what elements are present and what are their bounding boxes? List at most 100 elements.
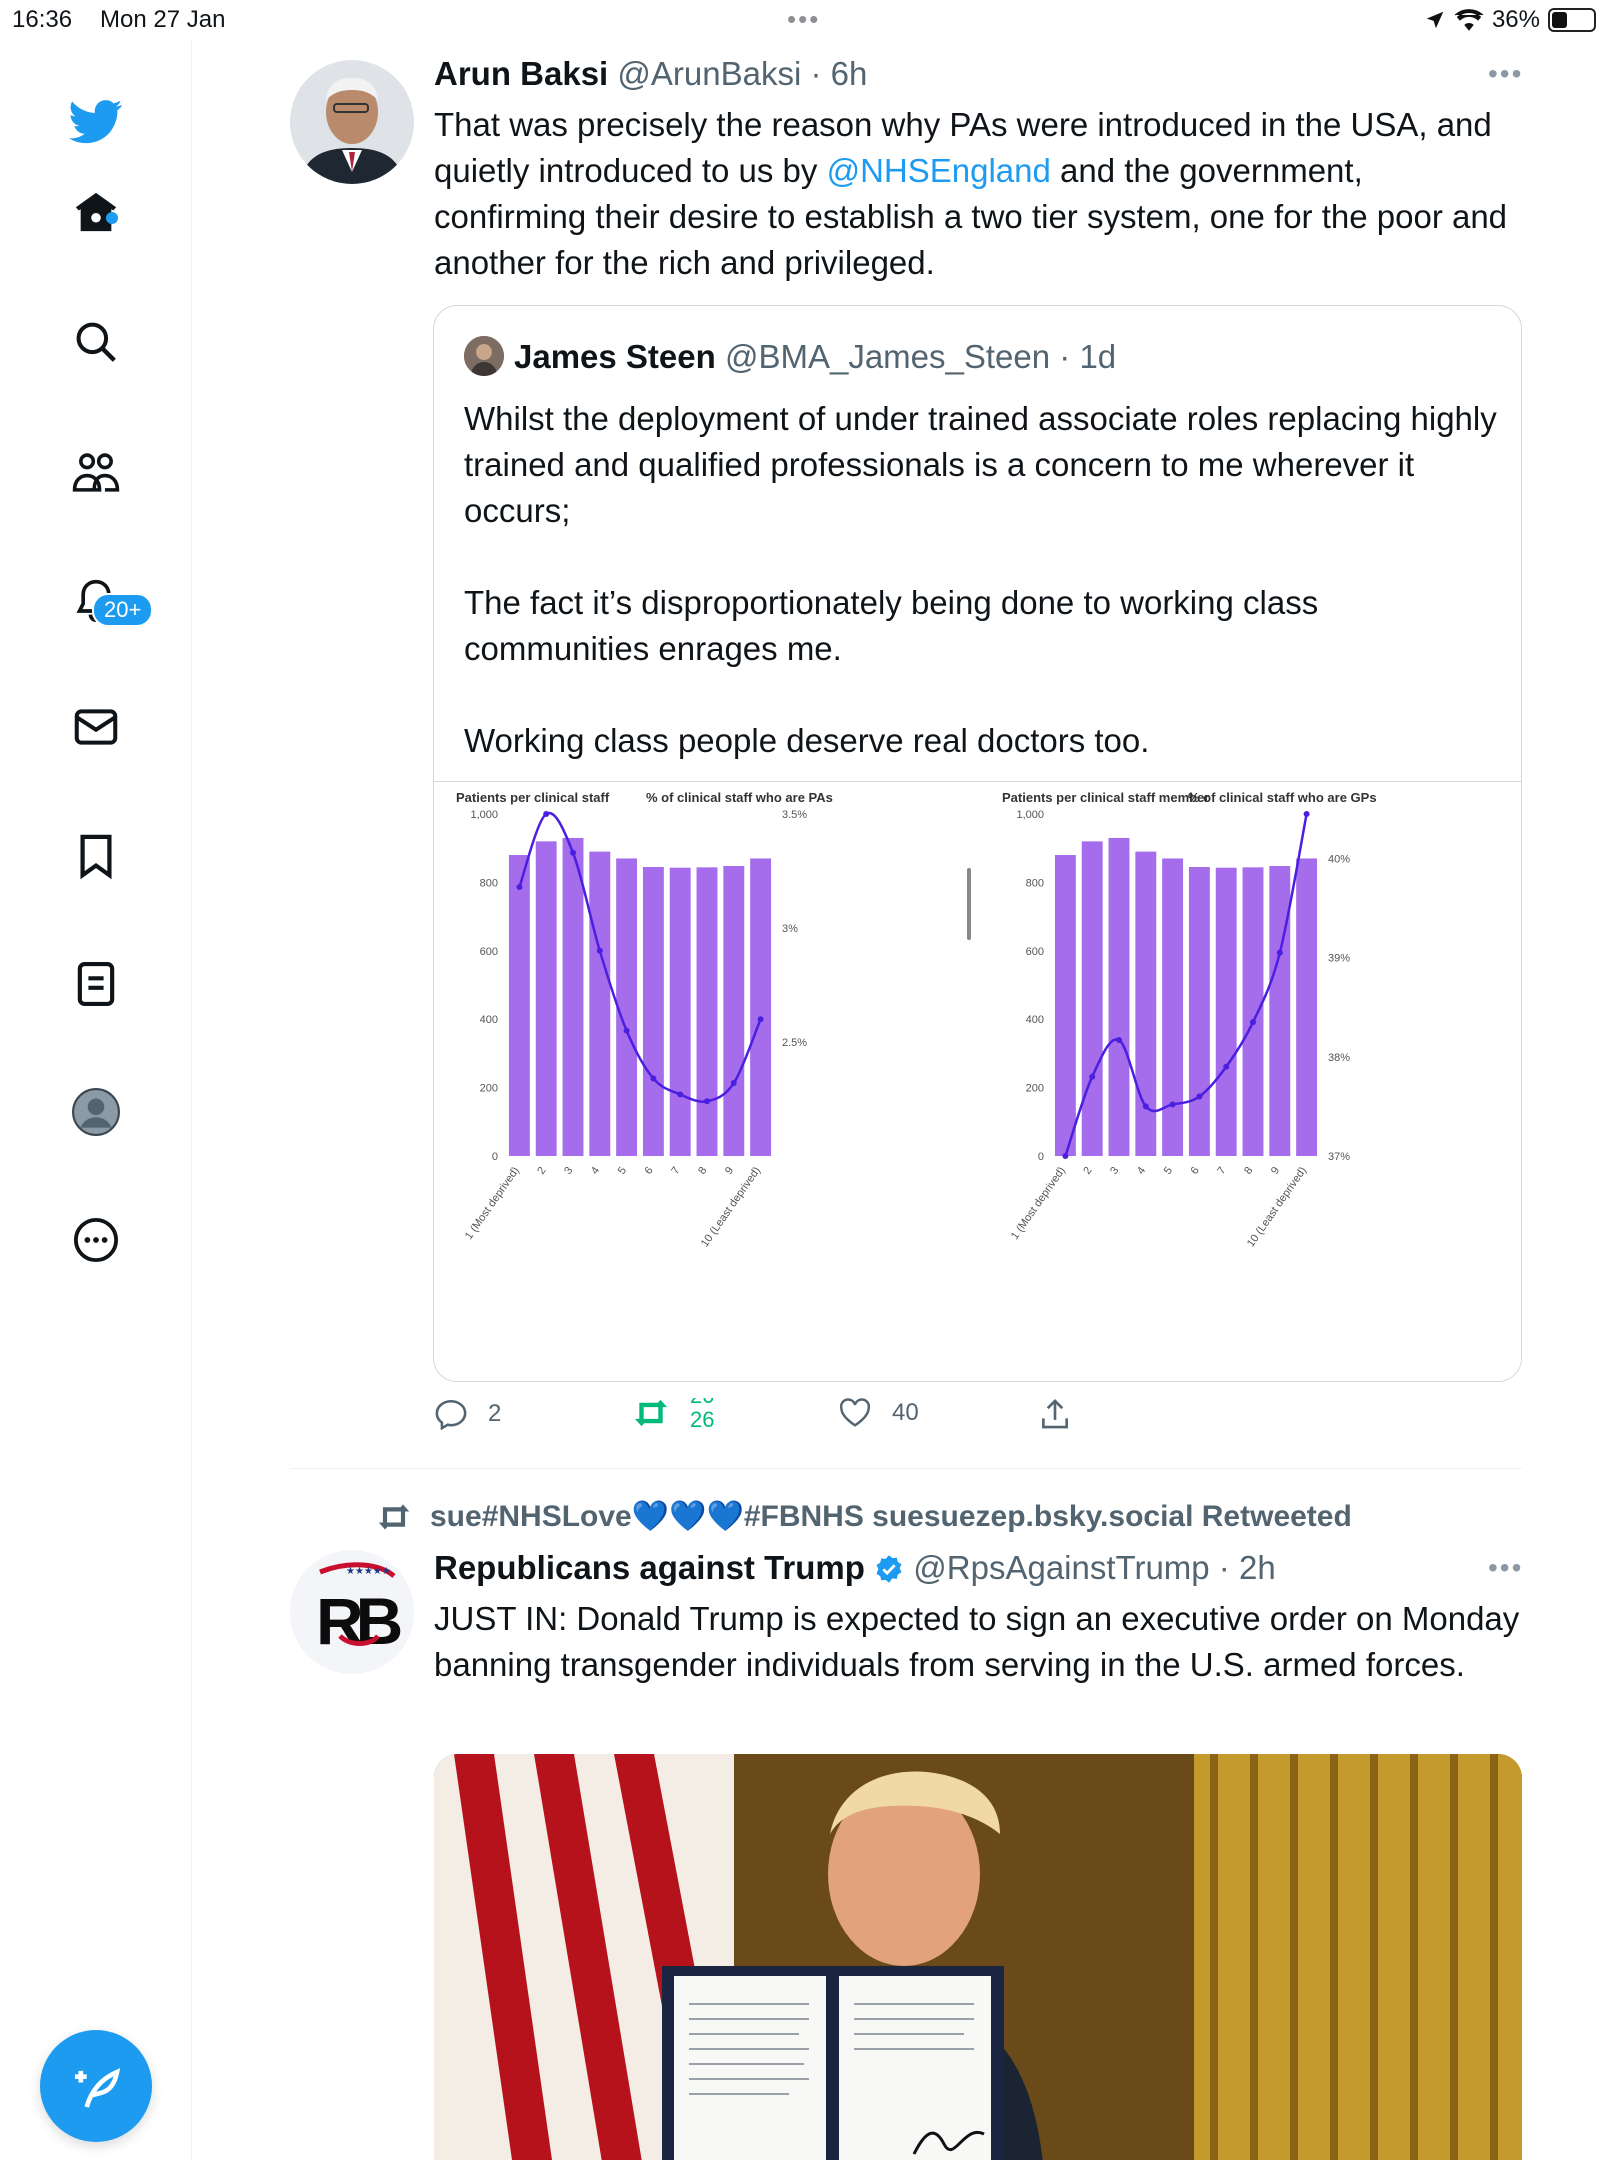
tweet1-text: That was precisely the reason why PAs we… [434, 102, 1514, 286]
chart-right[interactable]: Patients per clinical staff member% of c… [980, 784, 1521, 1381]
republicans-against-trump-avatar[interactable]: ★★★★★ RB [290, 1550, 414, 1674]
retweet-small-icon [378, 1504, 410, 1529]
tweet2-author-handle[interactable]: @RpsAgainstTrump [913, 1549, 1209, 1586]
retweet-count-roller: 20 26 [690, 1398, 714, 1428]
y-tick-label: 800 [1026, 877, 1044, 889]
tweet2-time[interactable]: 2h [1239, 1549, 1276, 1586]
status-right: 36% [1424, 6, 1596, 34]
y2-tick-label: 39% [1328, 953, 1350, 965]
retweet-icon [634, 1399, 668, 1427]
sidebar: 20+ [0, 40, 192, 2160]
tweet2-more-button[interactable]: ••• [1488, 1552, 1523, 1584]
nav-communities[interactable] [64, 440, 128, 504]
quote-time: 1d [1079, 338, 1117, 375]
reply-count: 2 [488, 1400, 502, 1427]
share-icon [1042, 1399, 1068, 1429]
tweet1-mention-link[interactable]: @NHSEngland [827, 152, 1051, 189]
tweet2-photo[interactable] [434, 1754, 1522, 2160]
tweet1-time[interactable]: 6h [831, 55, 868, 92]
status-time: 16:36 [12, 6, 73, 33]
chart-title-left: Patients per clinical staff [456, 790, 610, 805]
nav-messages[interactable] [64, 695, 128, 759]
nav-more[interactable] [64, 1208, 128, 1272]
nav-bookmarks[interactable] [64, 824, 128, 888]
compose-tweet-button[interactable] [40, 2030, 152, 2142]
like-button[interactable]: 40 [838, 1398, 919, 1428]
chart-bar [616, 858, 638, 1156]
quoted-tweet[interactable]: James Steen @BMA_James_Steen · 1d Whilst… [433, 305, 1522, 1382]
y-tick-label: 600 [480, 946, 498, 958]
chart-point [1142, 1103, 1149, 1110]
more-circle-icon [73, 1217, 119, 1263]
chart-bar [535, 841, 557, 1156]
retweeted-by-banner[interactable]: sue#NHSLove💙💙💙#FBNHS suesuezep.bsky.soci… [376, 1499, 1352, 1534]
chart-point [596, 947, 603, 954]
twitter-logo-icon[interactable] [64, 90, 128, 154]
chart-point [1303, 811, 1310, 817]
chart-point [1196, 1093, 1203, 1100]
tweet1-author-name[interactable]: Arun Baksi [434, 55, 608, 92]
multitasking-dots[interactable]: ••• [787, 4, 820, 35]
verified-badge-icon [876, 1555, 902, 1583]
y-tick-label: 200 [1026, 1083, 1044, 1095]
chart-bar [1215, 867, 1237, 1156]
y-tick-label: 400 [1026, 1014, 1044, 1026]
y2-tick-label: 2.5% [782, 1037, 807, 1049]
quote-author-handle: @BMA_James_Steen [724, 338, 1051, 375]
like-count: 40 [892, 1399, 919, 1426]
x-tick-label: 1 (Most deprived) [463, 1165, 522, 1242]
y-tick-label: 0 [492, 1151, 498, 1163]
reply-button[interactable]: 2 [434, 1398, 501, 1430]
media-pager-handle[interactable] [967, 868, 971, 940]
quote-header: James Steen @BMA_James_Steen · 1d [514, 338, 1117, 375]
nav-lists[interactable] [64, 952, 128, 1016]
chart-bar [1188, 867, 1210, 1156]
y2-tick-label: 3.5% [782, 809, 807, 821]
retweeter-name-part1: sue#NHSLove [430, 1500, 632, 1533]
nav-explore[interactable] [64, 310, 128, 374]
chart-point [1116, 1037, 1122, 1044]
chart-bar [1162, 858, 1184, 1156]
chart-left[interactable]: Patients per clinical staff % of clinical… [434, 784, 978, 1381]
nav-profile[interactable] [64, 1080, 128, 1144]
chart-point [1276, 949, 1283, 956]
retweet-button[interactable]: 20 26 [632, 1398, 714, 1428]
arun-baksi-avatar[interactable] [290, 60, 414, 184]
tweet2-text: JUST IN: Donald Trump is expected to sig… [434, 1600, 1520, 1683]
chart-bar [1242, 867, 1264, 1156]
x-tick-label: 3 [1108, 1165, 1121, 1177]
chart-bar [1081, 841, 1103, 1156]
tweet1-actions: 2 20 26 40 [434, 1398, 1524, 1448]
x-tick-label: 7 [669, 1165, 682, 1177]
x-tick-label: 9 [723, 1165, 736, 1177]
chart-title-right: % of clinical staff who are PAs [646, 790, 833, 805]
battery-icon [1548, 8, 1596, 32]
chart-bar [562, 837, 584, 1156]
x-tick-label: 9 [1269, 1165, 1282, 1177]
x-tick-label: 5 [1162, 1165, 1175, 1177]
chart-title-right: % of clinical staff who are GPs [1188, 790, 1377, 805]
nav-home[interactable] [64, 180, 128, 244]
tweet1-author-handle[interactable]: @ArunBaksi [617, 55, 801, 92]
tweet2-author-name[interactable]: Republicans against Trump [434, 1549, 865, 1586]
executive-order-document [662, 1966, 1004, 2160]
quote-media-divider [434, 781, 1521, 782]
status-date: Mon 27 Jan [100, 6, 226, 33]
chart-point [1089, 1073, 1096, 1080]
location-icon [1426, 11, 1444, 29]
status-bar: 16:36 Mon 27 Jan ••• 36% [0, 0, 1620, 40]
chart-bar [1108, 837, 1130, 1156]
share-button[interactable] [1040, 1398, 1070, 1430]
x-tick-label: 5 [616, 1165, 629, 1177]
x-tick-label: 10 (Least deprived) [1245, 1165, 1309, 1250]
chart-title-left: Patients per clinical staff member [1002, 790, 1209, 805]
chart-point [650, 1075, 657, 1082]
x-tick-label: 4 [1135, 1165, 1148, 1177]
profile-avatar-icon [72, 1088, 120, 1136]
communities-icon [72, 453, 120, 492]
y-tick-label: 600 [1026, 946, 1044, 958]
avatar-lettering: RB [316, 1584, 401, 1658]
y-tick-label: 400 [480, 1014, 498, 1026]
tweet1-more-button[interactable]: ••• [1488, 58, 1523, 90]
quote-author-name: James Steen [514, 338, 716, 375]
